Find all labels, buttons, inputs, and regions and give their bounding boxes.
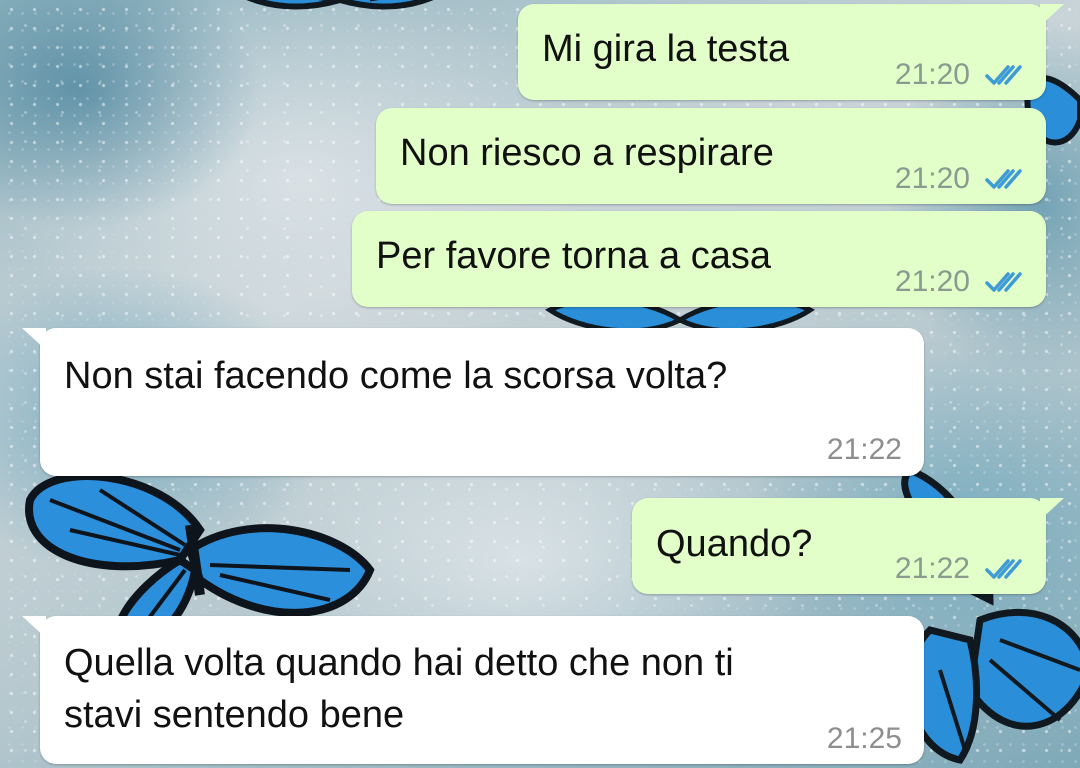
message-time: 21:20 bbox=[894, 58, 970, 91]
bubble-tail bbox=[1040, 4, 1064, 26]
message-meta: 21:22 bbox=[895, 542, 1024, 596]
incoming-message[interactable]: Quella volta quando hai detto che non ti… bbox=[22, 616, 924, 766]
message-text: Non stai facendo come la scorsa volta? bbox=[64, 355, 728, 397]
message-meta: 21:22 bbox=[827, 423, 902, 477]
incoming-message[interactable]: Non stai facendo come la scorsa volta? 2… bbox=[22, 328, 924, 477]
message-text-line: Quella volta quando hai detto che non ti bbox=[64, 642, 734, 684]
message-text: Non riesco a respirare bbox=[400, 132, 774, 174]
read-double-tick-icon bbox=[985, 65, 1022, 85]
outgoing-message[interactable]: Per favore torna a casa 21:20 bbox=[352, 211, 1046, 307]
message-time: 21:25 bbox=[826, 722, 902, 755]
read-double-tick-icon bbox=[985, 169, 1022, 189]
message-meta: 21:20 bbox=[895, 48, 1024, 102]
read-double-tick-icon bbox=[985, 559, 1022, 579]
message-time: 21:22 bbox=[826, 433, 902, 466]
read-double-tick-icon bbox=[985, 272, 1022, 292]
message-meta: 21:20 bbox=[895, 152, 1024, 206]
outgoing-message[interactable]: Quando? 21:22 bbox=[632, 498, 1064, 596]
bubble-tail bbox=[22, 616, 46, 638]
message-time: 21:22 bbox=[894, 552, 970, 585]
bubble-tail bbox=[1040, 498, 1064, 520]
message-meta: 21:20 bbox=[895, 255, 1024, 309]
message-text-line: stavi sentendo bene bbox=[64, 694, 405, 736]
message-time: 21:20 bbox=[894, 162, 970, 195]
message-list[interactable]: Mi gira la testa 21:20 Non riesco a resp… bbox=[0, 0, 1080, 768]
message-meta: 21:25 bbox=[827, 712, 902, 766]
message-text: Mi gira la testa bbox=[542, 28, 790, 70]
message-text: Quando? bbox=[656, 523, 813, 565]
outgoing-message[interactable]: Mi gira la testa 21:20 bbox=[518, 4, 1064, 102]
message-text: Per favore torna a casa bbox=[376, 235, 771, 277]
bubble-tail bbox=[22, 328, 46, 350]
message-time: 21:20 bbox=[894, 265, 970, 298]
outgoing-message[interactable]: Non riesco a respirare 21:20 bbox=[376, 108, 1046, 204]
